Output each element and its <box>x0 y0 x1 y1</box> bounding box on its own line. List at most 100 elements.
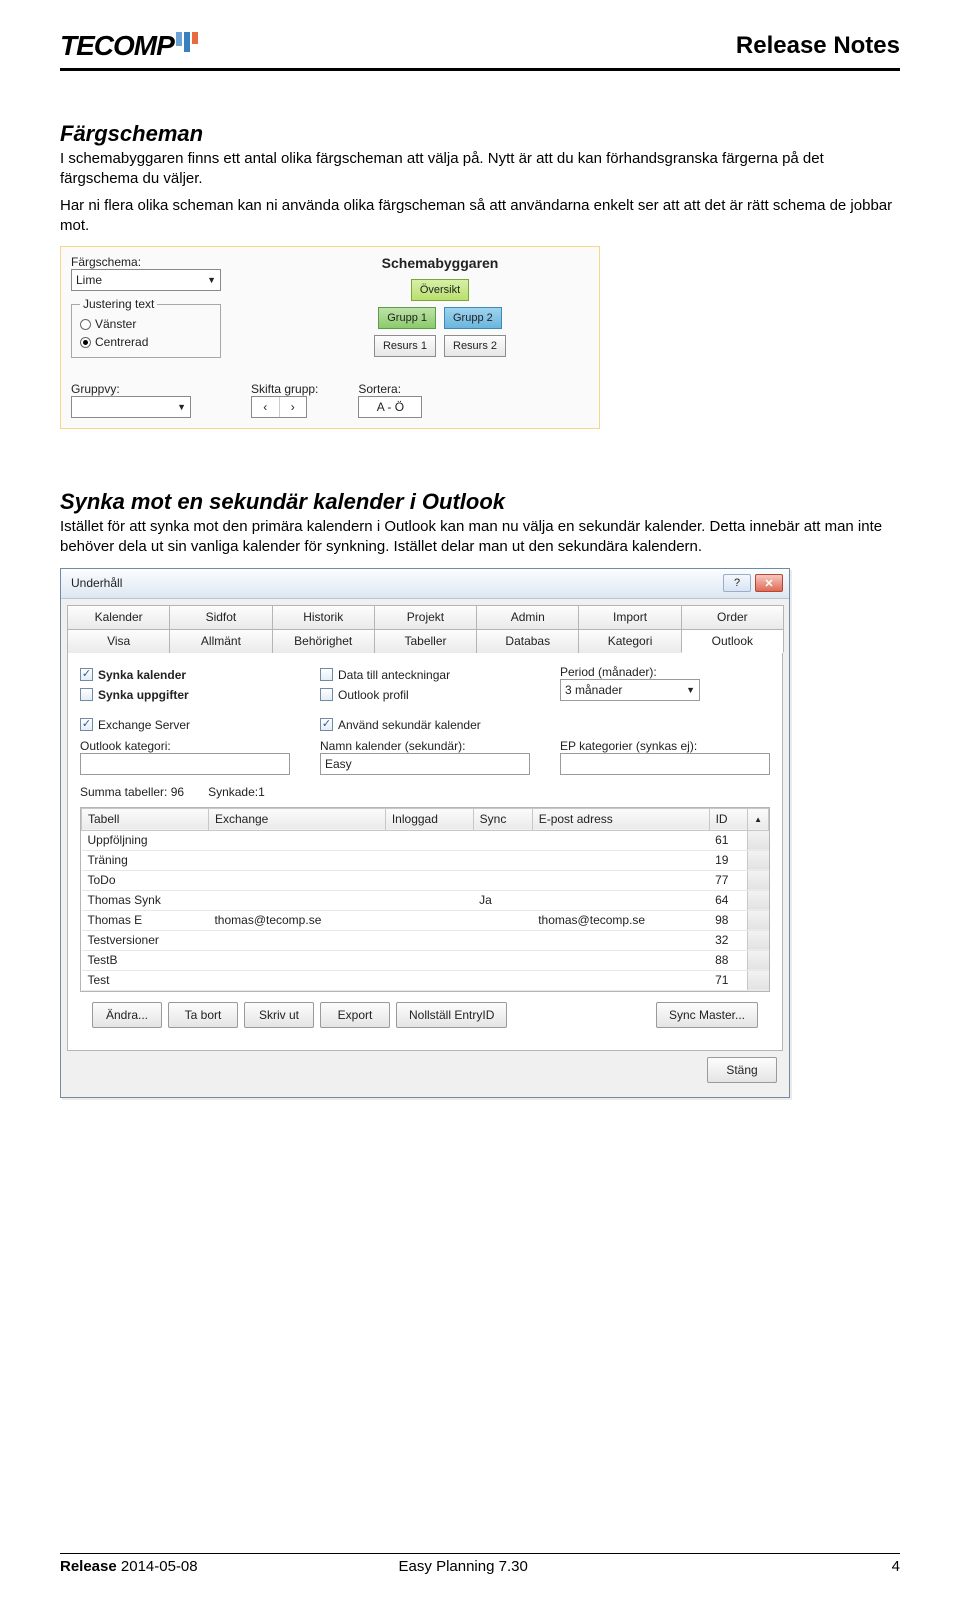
table-row[interactable]: ToDo77 <box>82 870 769 890</box>
cell-id: 32 <box>709 930 748 950</box>
table-row[interactable]: Uppföljning61 <box>82 830 769 850</box>
scrollbar-track[interactable] <box>748 950 769 970</box>
group1-button[interactable]: Grupp 1 <box>378 307 436 329</box>
outlook-cat-input[interactable] <box>80 753 290 775</box>
scroll-up-icon[interactable]: ▲ <box>748 808 769 830</box>
col-e-post-adress[interactable]: E-post adress <box>532 808 709 830</box>
scrollbar-track[interactable] <box>748 970 769 990</box>
cell-tabell: Uppföljning <box>82 830 209 850</box>
ndra-button[interactable]: Ändra... <box>92 1002 162 1028</box>
colorscheme-value: Lime <box>76 273 102 287</box>
justify-center-radio[interactable]: Centrerad <box>80 333 212 351</box>
res2-button[interactable]: Resurs 2 <box>444 335 506 357</box>
skriv-ut-button[interactable]: Skriv ut <box>244 1002 314 1028</box>
period-combo[interactable]: 3 månader ▼ <box>560 679 700 701</box>
export-button[interactable]: Export <box>320 1002 390 1028</box>
justify-legend: Justering text <box>80 297 157 311</box>
nollst-ll-entryid-button[interactable]: Nollställ EntryID <box>396 1002 507 1028</box>
table-row[interactable]: Thomas Ethomas@tecomp.sethomas@tecomp.se… <box>82 910 769 930</box>
cell-epost <box>532 930 709 950</box>
col-sync[interactable]: Sync <box>473 808 532 830</box>
colorscheme-combo[interactable]: Lime ▼ <box>71 269 221 291</box>
table-row[interactable]: TestB88 <box>82 950 769 970</box>
cell-inloggad <box>385 950 473 970</box>
ta-bort-button[interactable]: Ta bort <box>168 1002 238 1028</box>
tab-import[interactable]: Import <box>578 605 681 629</box>
cell-id: 88 <box>709 950 748 970</box>
cell-exchange <box>208 850 385 870</box>
col-inloggad[interactable]: Inloggad <box>385 808 473 830</box>
cell-exchange <box>208 950 385 970</box>
tab-kalender[interactable]: Kalender <box>67 605 170 629</box>
chevron-down-icon: ▼ <box>207 275 216 285</box>
cell-inloggad <box>385 850 473 870</box>
sec-name-input[interactable]: Easy <box>320 753 530 775</box>
col-tabell[interactable]: Tabell <box>82 808 209 830</box>
scrollbar-track[interactable] <box>748 930 769 950</box>
checkbox-checked-icon <box>80 668 93 681</box>
table-row[interactable]: Thomas SynkJa64 <box>82 890 769 910</box>
tab-sidfot[interactable]: Sidfot <box>169 605 272 629</box>
scrollbar-track[interactable] <box>748 870 769 890</box>
secondary-cal-checkbox[interactable]: Använd sekundär kalender <box>320 715 530 735</box>
exchange-checkbox[interactable]: Exchange Server <box>80 715 290 735</box>
scrollbar-track[interactable] <box>748 830 769 850</box>
logo-text: TECOMP <box>60 30 174 62</box>
sync-master-button[interactable]: Sync Master... <box>656 1002 758 1028</box>
page-title: Release Notes <box>736 32 900 60</box>
tab-behörighet[interactable]: Behörighet <box>272 629 375 653</box>
col-exchange[interactable]: Exchange <box>208 808 385 830</box>
ep-cat-input[interactable] <box>560 753 770 775</box>
tab-order[interactable]: Order <box>681 605 784 629</box>
table-row[interactable]: Träning19 <box>82 850 769 870</box>
help-icon: ? <box>734 577 740 589</box>
page-header: TECOMP Release Notes <box>60 30 900 71</box>
scrollbar-track[interactable] <box>748 850 769 870</box>
checkbox-checked-icon <box>320 718 333 731</box>
sync-calendar-checkbox[interactable]: Synka kalender <box>80 665 290 685</box>
logo: TECOMP <box>60 30 202 62</box>
schemabyggaren-title: Schemabyggaren <box>291 255 589 271</box>
shift-spinner[interactable]: ‹ › <box>251 396 307 418</box>
tab-projekt[interactable]: Projekt <box>374 605 477 629</box>
sort-box[interactable]: A - Ö <box>358 396 422 418</box>
cell-epost <box>532 850 709 870</box>
tab-visa[interactable]: Visa <box>67 629 170 653</box>
res1-button[interactable]: Resurs 1 <box>374 335 436 357</box>
help-button[interactable]: ? <box>723 574 751 592</box>
close-button[interactable]: Stäng <box>707 1057 777 1083</box>
close-icon: ✕ <box>764 577 773 590</box>
table-row[interactable]: Testversioner32 <box>82 930 769 950</box>
cell-sync <box>473 830 532 850</box>
section2-title: Synka mot en sekundär kalender i Outlook <box>60 489 900 515</box>
cell-epost <box>532 870 709 890</box>
data-notes-checkbox[interactable]: Data till anteckningar <box>320 665 530 685</box>
tab-admin[interactable]: Admin <box>476 605 579 629</box>
sync-tasks-checkbox[interactable]: Synka uppgifter <box>80 685 290 705</box>
scrollbar-track[interactable] <box>748 890 769 910</box>
close-window-button[interactable]: ✕ <box>755 574 783 592</box>
tab-databas[interactable]: Databas <box>476 629 579 653</box>
checkbox-checked-icon <box>80 718 93 731</box>
overview-button[interactable]: Översikt <box>411 279 469 301</box>
chevron-left-icon: ‹ <box>252 397 280 417</box>
outlook-profile-checkbox[interactable]: Outlook profil <box>320 685 530 705</box>
checkbox-icon <box>320 688 333 701</box>
cell-exchange <box>208 870 385 890</box>
col-id[interactable]: ID <box>709 808 748 830</box>
tab-outlook[interactable]: Outlook <box>681 629 784 653</box>
scrollbar-track[interactable] <box>748 910 769 930</box>
groupview-combo[interactable]: ▼ <box>71 396 191 418</box>
justify-group: Justering text Vänster Centrerad <box>71 297 221 358</box>
tab-kategori[interactable]: Kategori <box>578 629 681 653</box>
tab-historik[interactable]: Historik <box>272 605 375 629</box>
checkbox-icon <box>80 688 93 701</box>
shift-label: Skifta grupp: <box>251 382 318 396</box>
group2-button[interactable]: Grupp 2 <box>444 307 502 329</box>
tab-tabeller[interactable]: Tabeller <box>374 629 477 653</box>
tab-allmänt[interactable]: Allmänt <box>169 629 272 653</box>
justify-left-radio[interactable]: Vänster <box>80 315 212 333</box>
table-row[interactable]: Test71 <box>82 970 769 990</box>
cell-sync <box>473 950 532 970</box>
cell-exchange <box>208 830 385 850</box>
